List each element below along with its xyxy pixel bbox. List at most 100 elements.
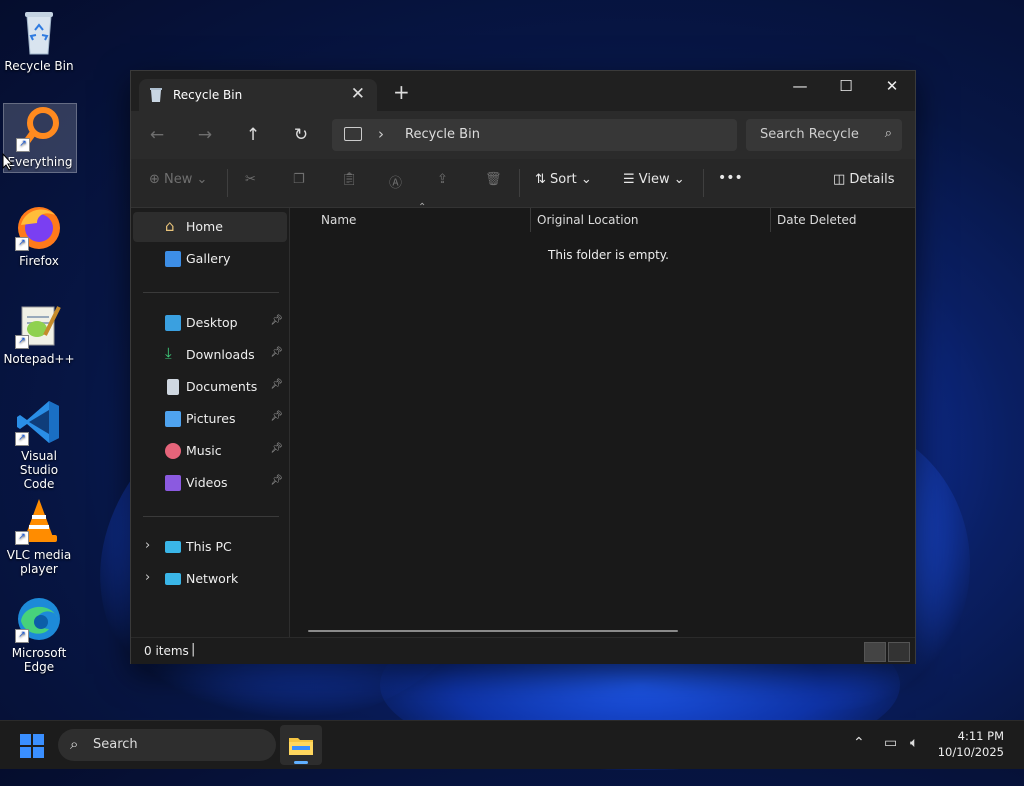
breadcrumb-chevron-icon[interactable]: › bbox=[378, 125, 384, 143]
back-button[interactable]: ← bbox=[143, 121, 171, 149]
nav-item-label: Music bbox=[186, 443, 222, 458]
nav-item-this-pc[interactable]: › This PC bbox=[133, 532, 287, 562]
network-icon bbox=[165, 573, 181, 585]
search-icon: ⌕ bbox=[70, 735, 79, 753]
nav-item-downloads[interactable]: ⤓ Downloads 📌︎ bbox=[133, 340, 287, 370]
large-icons-view-icon[interactable] bbox=[888, 642, 910, 662]
nav-item-documents[interactable]: Documents 📌︎ bbox=[133, 372, 287, 402]
show-hidden-icons-chevron-icon[interactable]: ⌃ bbox=[853, 735, 865, 751]
vlc-cone-icon: ↗ bbox=[15, 497, 63, 545]
nav-item-home[interactable]: ⌂ Home bbox=[133, 212, 287, 242]
new-button[interactable]: ⊕ New ⌄ bbox=[149, 172, 207, 187]
sort-button[interactable]: ⇅ Sort ⌄ bbox=[535, 172, 592, 187]
address-bar[interactable]: › Recycle Bin bbox=[332, 119, 737, 151]
desktop-icon-firefox[interactable]: ↗ Firefox bbox=[3, 203, 75, 268]
command-bar: ⊕ New ⌄ ✂ ❐ 📋︎ Ⓐ ⇪ 🗑︎ ⇅ Sort ⌄ ☰ View ⌄ … bbox=[131, 159, 915, 208]
new-tab-button[interactable]: + bbox=[393, 80, 410, 104]
item-count: 0 items bbox=[144, 644, 189, 658]
nav-item-label: Gallery bbox=[186, 251, 231, 266]
sort-up-chevron-icon: ⌃ bbox=[418, 202, 427, 213]
nav-divider bbox=[143, 516, 279, 517]
home-icon: ⌂ bbox=[165, 217, 175, 235]
maximize-button[interactable]: ☐ bbox=[823, 71, 869, 103]
copy-icon[interactable]: ❐ bbox=[293, 172, 305, 187]
nav-item-label: Network bbox=[186, 571, 239, 586]
nav-item-label: Home bbox=[186, 219, 223, 234]
column-header-original-location[interactable]: Original Location bbox=[537, 213, 639, 227]
monitor-icon bbox=[344, 127, 362, 141]
cut-icon[interactable]: ✂ bbox=[245, 172, 256, 187]
desktop-icon-vlc[interactable]: ↗ VLC media player bbox=[3, 497, 75, 576]
clock[interactable]: 4:11 PM 10/10/2025 bbox=[938, 728, 1004, 760]
tab-recycle-bin[interactable]: Recycle Bin ✕ bbox=[139, 79, 377, 111]
nav-item-desktop[interactable]: Desktop 📌︎ bbox=[133, 308, 287, 338]
network-status-icon[interactable]: ▭ bbox=[884, 735, 897, 751]
pin-icon[interactable]: 📌︎ bbox=[270, 347, 283, 358]
nav-item-gallery[interactable]: Gallery bbox=[133, 244, 287, 274]
vscode-icon: ↗ bbox=[15, 398, 63, 446]
desktop-icon-edge[interactable]: ↗ Microsoft Edge bbox=[3, 595, 75, 674]
shortcut-arrow-icon: ↗ bbox=[15, 531, 29, 545]
desktop-icon-recycle-bin[interactable]: Recycle Bin bbox=[3, 8, 75, 73]
active-app-indicator bbox=[294, 761, 308, 764]
shortcut-arrow-icon: ↗ bbox=[15, 432, 29, 446]
taskbar-search-label: Search bbox=[93, 737, 138, 752]
close-button[interactable]: ✕ bbox=[869, 71, 915, 103]
recycle-bin-icon bbox=[15, 8, 63, 56]
navigation-pane: ⌂ Home Gallery Desktop 📌︎ ⤓ Downloads 📌︎… bbox=[131, 208, 290, 638]
notepad-plus-plus-icon: ↗ bbox=[15, 301, 63, 349]
minimize-button[interactable]: — bbox=[777, 71, 823, 103]
delete-icon[interactable]: 🗑︎ bbox=[485, 172, 502, 187]
view-label: View bbox=[638, 172, 670, 187]
speaker-muted-icon[interactable]: 🔈︎ bbox=[910, 735, 918, 751]
expand-chevron-icon[interactable]: › bbox=[145, 538, 150, 553]
nav-item-pictures[interactable]: Pictures 📌︎ bbox=[133, 404, 287, 434]
search-box[interactable]: Search Recycle Bin ⌕ bbox=[746, 119, 902, 151]
pin-icon[interactable]: 📌︎ bbox=[270, 411, 283, 422]
more-options-button[interactable]: ••• bbox=[718, 170, 743, 186]
share-icon[interactable]: ⇪ bbox=[437, 172, 448, 187]
column-separator[interactable] bbox=[530, 208, 531, 232]
desktop-icon-notepadpp[interactable]: ↗ Notepad++ bbox=[3, 301, 75, 366]
nav-item-label: Desktop bbox=[186, 315, 238, 330]
pin-icon[interactable]: 📌︎ bbox=[270, 443, 283, 454]
rename-icon[interactable]: Ⓐ bbox=[389, 172, 402, 191]
taskbar: ⌕ Search ⌃ ▭ 🔈︎ 4:11 PM 10/10/2025 bbox=[0, 720, 1024, 769]
pin-icon[interactable]: 📌︎ bbox=[270, 379, 283, 390]
this-pc-icon bbox=[165, 541, 181, 553]
breadcrumb-recycle-bin[interactable]: Recycle Bin bbox=[405, 127, 480, 142]
paste-icon[interactable]: 📋︎ bbox=[341, 172, 358, 187]
nav-item-music[interactable]: Music 📌︎ bbox=[133, 436, 287, 466]
expand-chevron-icon[interactable]: › bbox=[145, 570, 150, 585]
nav-item-network[interactable]: › Network bbox=[133, 564, 287, 594]
gallery-icon bbox=[165, 251, 181, 267]
sort-label: Sort bbox=[550, 172, 577, 187]
search-icon: ⌕ bbox=[884, 126, 892, 141]
shortcut-arrow-icon: ↗ bbox=[15, 237, 29, 251]
horizontal-scrollbar[interactable] bbox=[308, 630, 678, 632]
separator bbox=[519, 169, 520, 197]
pin-icon[interactable]: 📌︎ bbox=[270, 475, 283, 486]
pin-icon[interactable]: 📌︎ bbox=[270, 315, 283, 326]
details-pane-button[interactable]: ◫ Details bbox=[833, 172, 895, 187]
nav-item-label: Pictures bbox=[186, 411, 236, 426]
taskbar-file-explorer[interactable] bbox=[280, 725, 322, 765]
title-bar: Recycle Bin ✕ + — ☐ ✕ bbox=[131, 71, 915, 111]
tab-close-icon[interactable]: ✕ bbox=[351, 84, 365, 104]
column-separator[interactable] bbox=[770, 208, 771, 232]
forward-button[interactable]: → bbox=[191, 121, 219, 149]
up-button[interactable]: ↑ bbox=[239, 121, 267, 149]
nav-item-videos[interactable]: Videos 📌︎ bbox=[133, 468, 287, 498]
details-view-icon[interactable] bbox=[864, 642, 886, 662]
refresh-button[interactable]: ↻ bbox=[287, 121, 315, 149]
column-header-date-deleted[interactable]: Date Deleted bbox=[777, 213, 857, 227]
search-placeholder: Search Recycle Bin bbox=[760, 127, 860, 142]
view-button[interactable]: ☰ View ⌄ bbox=[623, 172, 685, 187]
taskbar-search-box[interactable]: ⌕ Search bbox=[58, 729, 276, 761]
column-header-name[interactable]: Name bbox=[321, 213, 356, 227]
start-button[interactable] bbox=[20, 734, 44, 758]
desktop-icon-everything[interactable]: ↗ Everything bbox=[3, 103, 77, 173]
nav-item-label: Videos bbox=[186, 475, 228, 490]
desktop-icon-vscode[interactable]: ↗ Visual Studio Code bbox=[3, 398, 75, 491]
nav-item-label: Documents bbox=[186, 379, 258, 394]
